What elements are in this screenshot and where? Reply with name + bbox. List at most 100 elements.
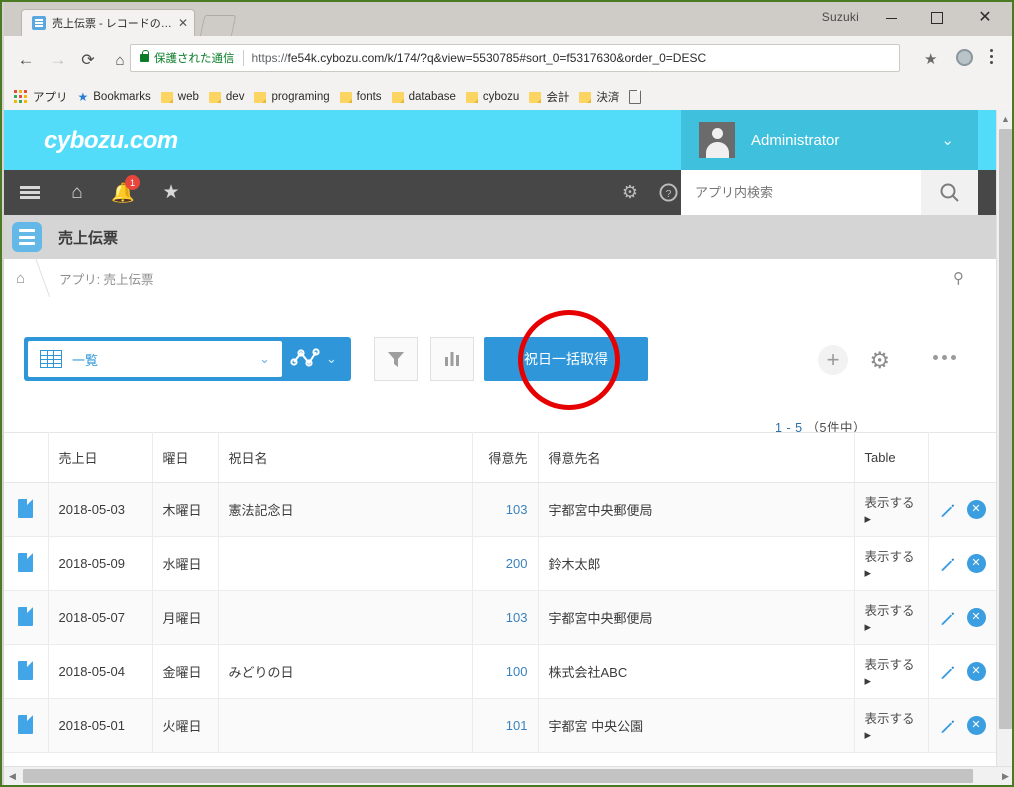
window-minimize-button[interactable] (868, 2, 914, 34)
record-document-icon[interactable] (18, 552, 34, 572)
cell-customer-code[interactable]: 100 (472, 644, 539, 699)
pin-icon[interactable]: ⚲ (953, 269, 964, 287)
horizontal-scrollbar[interactable]: ◀ ▶ (4, 766, 1012, 785)
bookmark-item-kessai[interactable]: 決済 (579, 89, 619, 105)
table-row[interactable]: 2018-05-09 水曜日 200 鈴木太郎 表示する▸ ✕ (4, 536, 997, 591)
cell-table[interactable]: 表示する▸ (854, 698, 929, 753)
bookmark-item-kaikei[interactable]: 会計 (529, 89, 569, 105)
table-row[interactable]: 2018-05-03 木曜日 憲法記念日 103 宇都宮中央郵便局 表示する▸ … (4, 482, 997, 537)
show-link[interactable]: 表示する (865, 604, 915, 618)
cell-customer-code[interactable]: 200 (472, 536, 539, 591)
filter-button[interactable] (374, 337, 418, 381)
address-bar[interactable]: 保護された通信 https://fe54k.cybozu.com/k/174/?… (130, 44, 900, 72)
cybozu-logo[interactable]: cybozu.com (44, 127, 178, 155)
more-options-icon[interactable] (929, 355, 956, 360)
table-row[interactable]: 2018-05-07 月曜日 103 宇都宮中央郵便局 表示する▸ ✕ (4, 590, 997, 645)
chart-view-icon[interactable] (282, 348, 328, 370)
scroll-right-arrow-icon[interactable]: ▶ (997, 767, 1012, 785)
menu-hamburger-icon[interactable] (16, 170, 44, 215)
table-row[interactable]: 2018-05-04 金曜日 みどりの日 100 株式会社ABC 表示する▸ ✕ (4, 644, 997, 699)
breadcrumb-home-icon[interactable]: ⌂ (16, 270, 25, 287)
edit-pencil-icon[interactable] (939, 718, 955, 734)
search-icon[interactable] (921, 170, 978, 215)
chevron-down-icon[interactable]: ⌄ (326, 351, 337, 367)
bookmark-item-dev[interactable]: dev (208, 91, 244, 103)
window-close-button[interactable]: ✕ (962, 2, 1008, 34)
new-tab-button[interactable] (199, 15, 237, 37)
show-link[interactable]: 表示する (865, 550, 915, 564)
row-detail-icon-cell[interactable] (4, 698, 49, 753)
graph-button[interactable] (430, 337, 474, 381)
cell-customer-code[interactable]: 103 (472, 482, 539, 537)
row-detail-icon-cell[interactable] (4, 536, 49, 591)
settings-gear-icon[interactable]: ⚙ (869, 347, 890, 374)
cell-table[interactable]: 表示する▸ (854, 482, 929, 537)
th-table[interactable]: Table (854, 432, 929, 483)
edit-pencil-icon[interactable] (939, 610, 955, 626)
th-customer-name[interactable]: 得意先名 (538, 432, 855, 483)
notification-bell-icon[interactable]: 🔔 1 (108, 170, 140, 215)
browser-tab[interactable]: 売上伝票 - レコードの一覧 ✕ (22, 10, 194, 36)
th-customer-code[interactable]: 得意先 (472, 432, 539, 483)
bookmark-item-fonts[interactable]: fonts (339, 91, 382, 103)
bookmark-star-icon[interactable]: ★ (924, 50, 937, 68)
help-icon[interactable]: ? (654, 170, 682, 215)
cell-customer-code[interactable]: 103 (472, 590, 539, 645)
edit-pencil-icon[interactable] (939, 502, 955, 518)
tab-close-icon[interactable]: ✕ (178, 16, 188, 30)
back-icon[interactable]: ← (14, 48, 38, 72)
reload-icon[interactable]: ⟳ (76, 48, 100, 72)
record-document-icon[interactable] (18, 714, 34, 734)
bookmark-item-cybozu[interactable]: cybozu (465, 91, 519, 103)
chrome-menu-icon[interactable] (990, 49, 994, 66)
app-search[interactable] (681, 170, 978, 215)
page-bookmark-icon[interactable] (629, 90, 642, 104)
show-link[interactable]: 表示する (865, 496, 915, 510)
home-icon[interactable]: ⌂ (62, 170, 92, 215)
gear-icon[interactable]: ⚙ (616, 170, 644, 215)
view-dropdown[interactable]: 一覧 ⌄ (28, 341, 282, 377)
forward-icon[interactable]: → (46, 48, 70, 72)
show-link[interactable]: 表示する (865, 712, 915, 726)
cell-table[interactable]: 表示する▸ (854, 590, 929, 645)
th-holiday-name[interactable]: 祝日名 (218, 432, 473, 483)
bulk-holiday-fetch-button[interactable]: 祝日一括取得 (484, 337, 648, 381)
delete-record-button[interactable]: ✕ (966, 608, 986, 627)
delete-record-button[interactable]: ✕ (966, 662, 986, 681)
search-input[interactable] (681, 184, 921, 201)
cell-table[interactable]: 表示する▸ (854, 644, 929, 699)
scroll-up-arrow-icon[interactable]: ▲ (997, 110, 1012, 127)
breadcrumb-label[interactable]: アプリ: 売上伝票 (59, 269, 153, 288)
vertical-scrollbar[interactable]: ▲ ▼ (996, 110, 1012, 785)
delete-record-button[interactable]: ✕ (966, 554, 986, 573)
bookmark-item-web[interactable]: web (160, 91, 199, 103)
vertical-scroll-thumb[interactable] (999, 129, 1012, 729)
show-link[interactable]: 表示する (865, 658, 915, 672)
row-detail-icon-cell[interactable] (4, 590, 49, 645)
row-detail-icon-cell[interactable] (4, 482, 49, 537)
view-selector[interactable]: 一覧 ⌄ ⌄ (24, 337, 351, 381)
edit-pencil-icon[interactable] (939, 556, 955, 572)
extension-icon[interactable] (956, 49, 973, 66)
window-maximize-button[interactable] (914, 2, 960, 34)
record-document-icon[interactable] (18, 498, 34, 518)
table-row[interactable]: 2018-05-01 火曜日 101 宇都宮 中央公園 表示する▸ ✕ (4, 698, 997, 753)
delete-record-button[interactable]: ✕ (966, 500, 986, 519)
bookmark-item-apps[interactable]: アプリ (14, 89, 68, 105)
edit-pencil-icon[interactable] (939, 664, 955, 680)
record-document-icon[interactable] (18, 660, 34, 680)
cell-customer-code[interactable]: 101 (472, 698, 539, 753)
bookmark-item-bookmarks[interactable]: ★ Bookmarks (78, 90, 151, 104)
bookmark-item-database[interactable]: database (391, 91, 456, 103)
th-sales-date[interactable]: 売上日 (48, 432, 153, 483)
add-record-button[interactable]: + (818, 345, 848, 375)
cell-table[interactable]: 表示する▸ (854, 536, 929, 591)
record-document-icon[interactable] (18, 606, 34, 626)
home-icon[interactable]: ⌂ (108, 48, 132, 72)
th-day-of-week[interactable]: 曜日 (152, 432, 219, 483)
bookmark-item-programing[interactable]: programing (254, 91, 330, 103)
horizontal-scroll-thumb[interactable] (23, 769, 973, 783)
delete-record-button[interactable]: ✕ (966, 716, 986, 735)
user-menu[interactable]: Administrator ⌄ (681, 110, 978, 170)
favorites-star-icon[interactable]: ★ (156, 170, 186, 215)
